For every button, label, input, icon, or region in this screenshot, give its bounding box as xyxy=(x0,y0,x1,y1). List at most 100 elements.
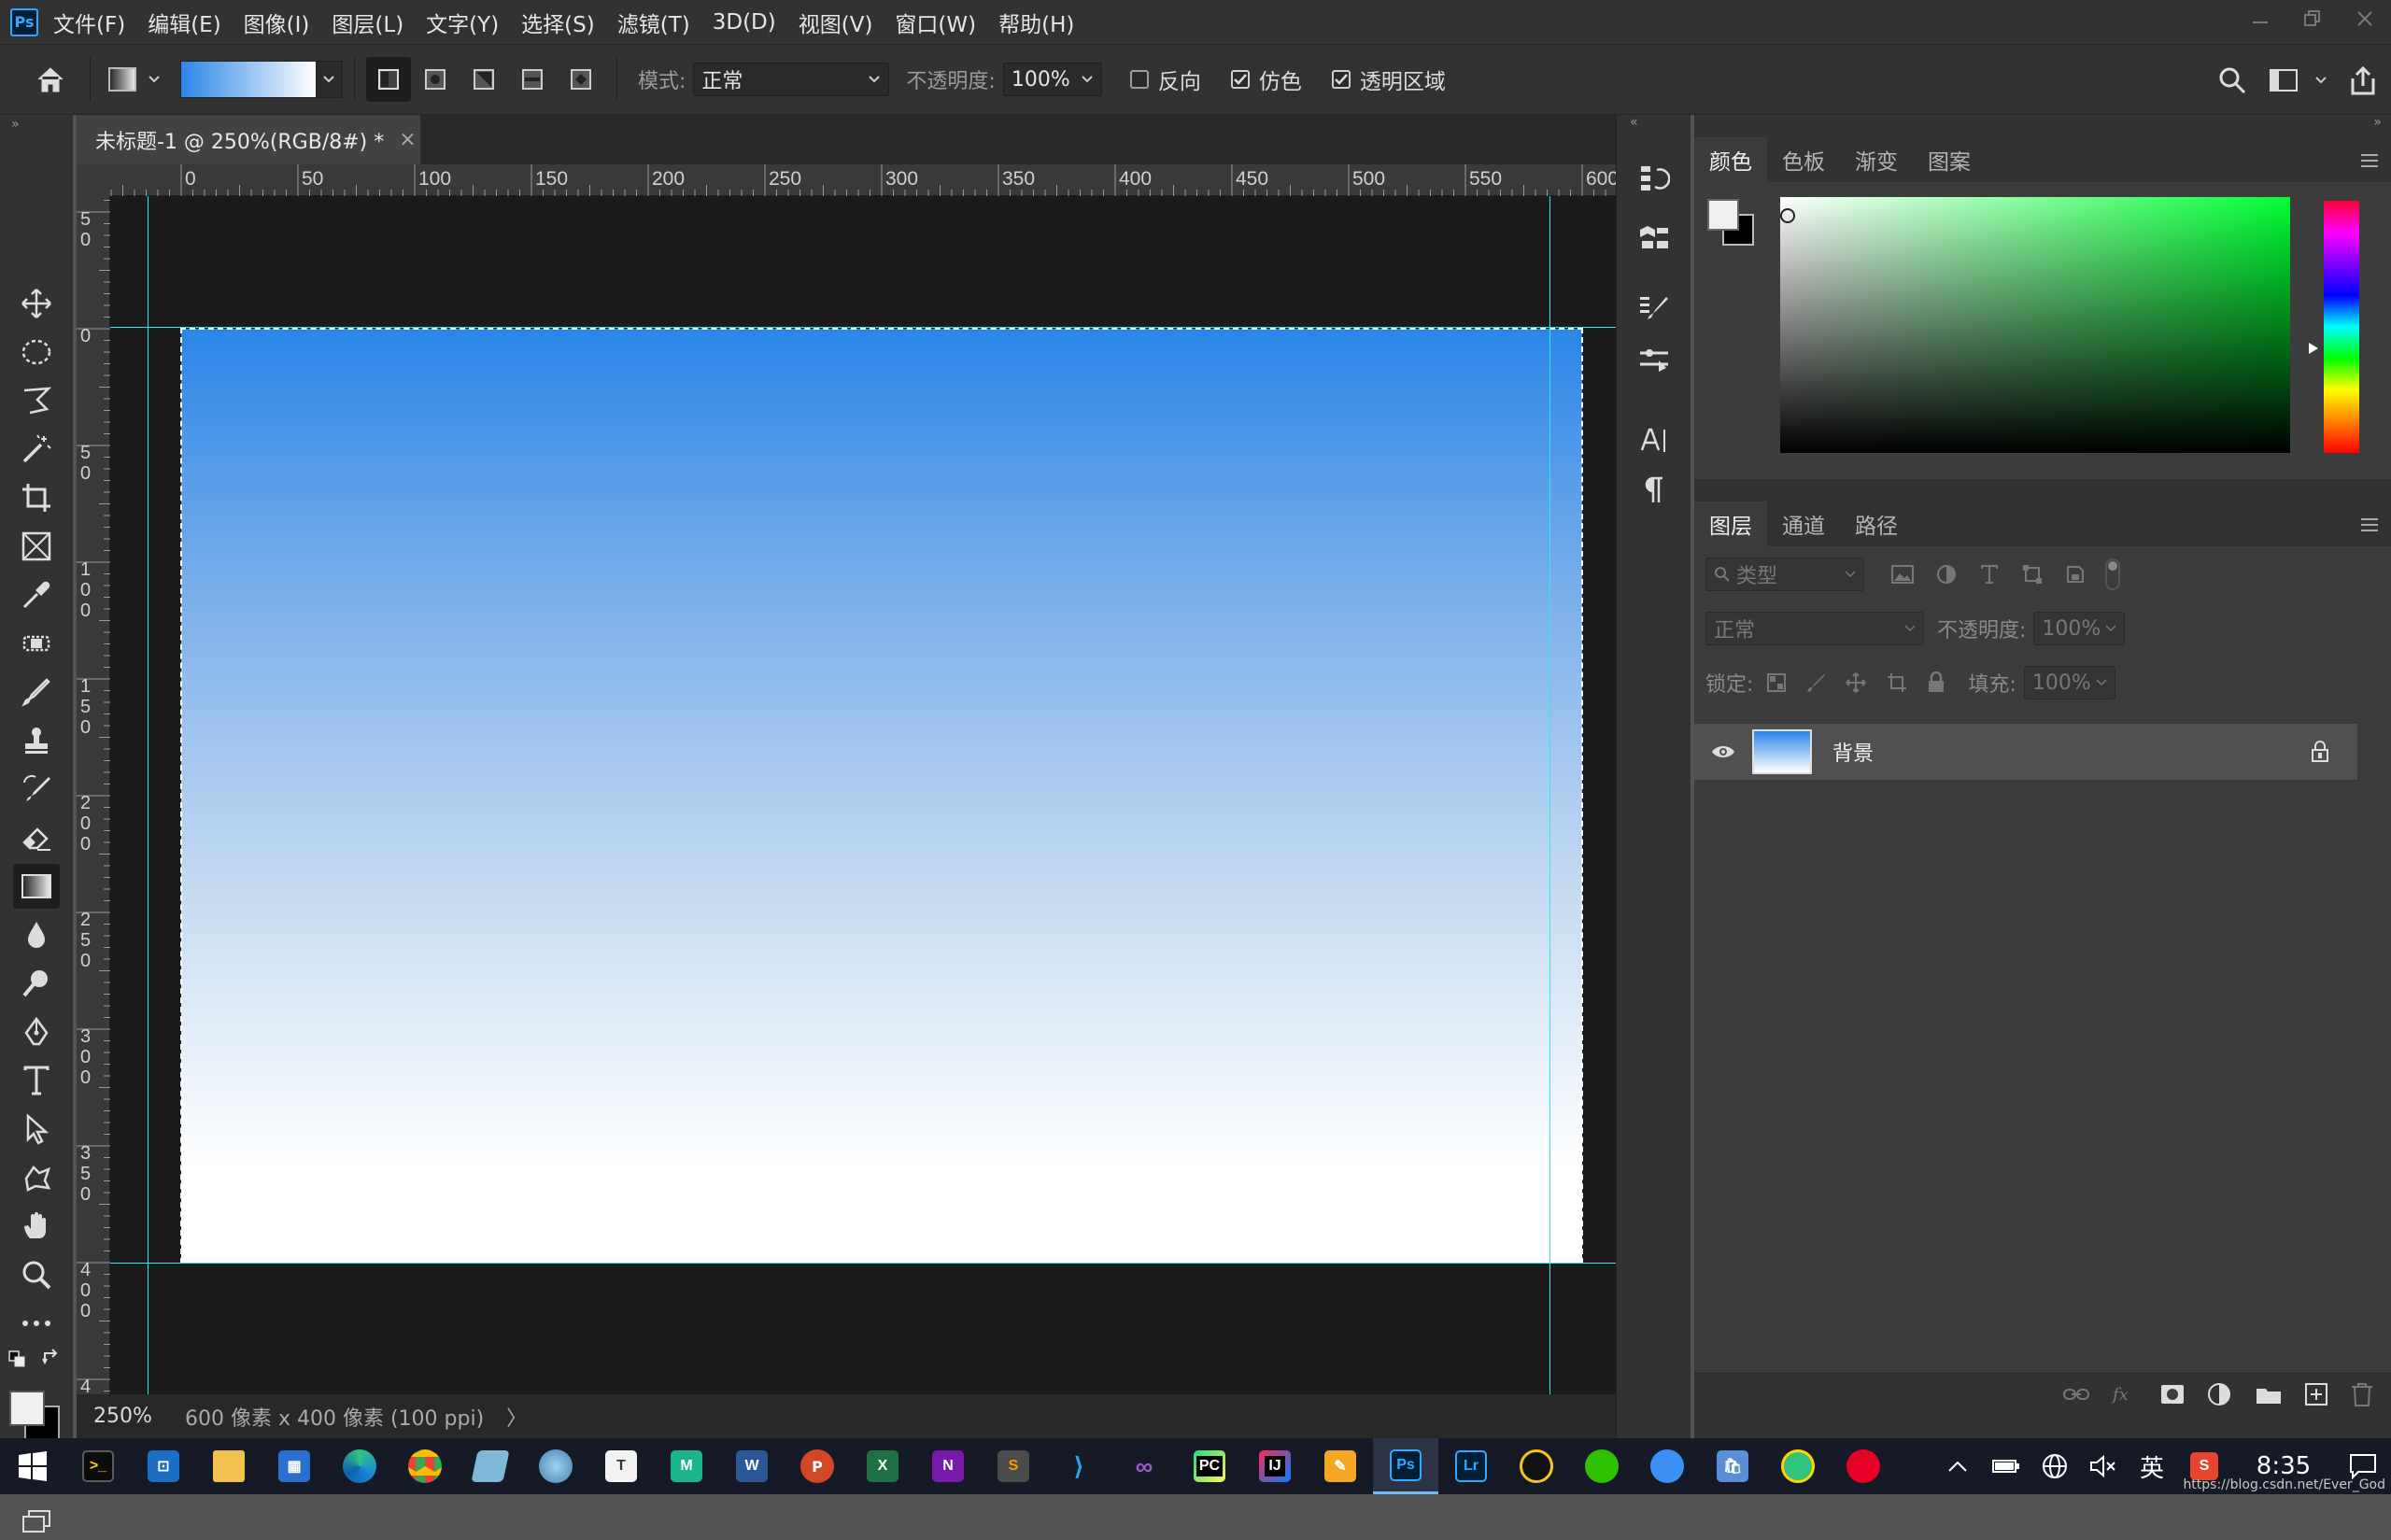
smart-object-filter-icon[interactable] xyxy=(2064,563,2087,586)
more-tools-button[interactable] xyxy=(13,1301,60,1346)
taskbar-vmware[interactable] xyxy=(458,1438,523,1494)
taskbar-word[interactable]: W xyxy=(719,1438,785,1494)
magic-wand-tool[interactable] xyxy=(13,427,60,472)
guide-vertical-right[interactable] xyxy=(1549,196,1550,1394)
taskbar-powerpoint[interactable]: P xyxy=(785,1438,850,1494)
taskbar-lightroom[interactable]: Lr xyxy=(1438,1438,1504,1494)
menu-edit[interactable]: 编辑(E) xyxy=(148,7,220,38)
tray-input-language[interactable]: 英 xyxy=(2128,1438,2176,1494)
blur-tool[interactable] xyxy=(13,912,60,957)
tab-channels[interactable]: 通道 xyxy=(1767,502,1840,546)
close-document-icon[interactable]: × xyxy=(399,128,416,151)
menu-select[interactable]: 选择(S) xyxy=(521,7,595,38)
guide-horizontal-bottom[interactable] xyxy=(110,1263,1616,1264)
layers-panel-menu-icon[interactable] xyxy=(2359,516,2380,533)
eyedropper-tool[interactable] xyxy=(13,572,60,617)
taskbar-photos[interactable] xyxy=(523,1438,588,1494)
taskbar-mindmaster[interactable]: M xyxy=(654,1438,719,1494)
screen-mode-button[interactable] xyxy=(13,1503,60,1540)
start-button[interactable] xyxy=(0,1438,65,1494)
lasso-tool[interactable] xyxy=(13,378,60,423)
layer-thumbnail[interactable] xyxy=(1752,729,1812,774)
paragraph-panel-button[interactable] xyxy=(1631,470,1677,511)
taskbar-onenote[interactable]: N xyxy=(915,1438,981,1494)
horizontal-ruler[interactable]: 0 50 100 150 200 250 300 350 400 450 500 550 600 xyxy=(110,164,1616,196)
clone-stamp-tool[interactable] xyxy=(13,718,60,763)
menu-file[interactable]: 文件(F) xyxy=(53,7,125,38)
pixel-layer-filter-icon[interactable] xyxy=(1890,564,1915,585)
dither-checkbox[interactable] xyxy=(1230,70,1250,89)
taskbar-visual-studio[interactable]: ∞ xyxy=(1111,1438,1177,1494)
pen-tool[interactable] xyxy=(13,1010,60,1054)
tab-gradients[interactable]: 渐变 xyxy=(1840,137,1913,182)
vertical-ruler[interactable]: 500501001502002503003504004 xyxy=(77,196,110,1394)
layer-visibility-toggle[interactable] xyxy=(1694,743,1752,760)
hue-slider[interactable] xyxy=(2324,201,2359,453)
taskbar-terminal[interactable]: >_ xyxy=(65,1438,131,1494)
filter-toggle[interactable] xyxy=(2105,558,2120,590)
panel-menu-icon[interactable] xyxy=(2359,152,2380,169)
tray-network[interactable] xyxy=(2030,1438,2079,1494)
guide-horizontal-top[interactable] xyxy=(110,327,1616,328)
layer-row-background[interactable]: 背景 xyxy=(1694,724,2357,780)
hue-slider-indicator-icon[interactable] xyxy=(2307,341,2320,356)
transparency-checkbox[interactable] xyxy=(1331,70,1351,89)
ruler-origin[interactable] xyxy=(77,164,110,196)
menu-filter[interactable]: 滤镜(T) xyxy=(617,7,690,38)
taskbar-edge[interactable] xyxy=(327,1438,392,1494)
gradient-preview[interactable] xyxy=(181,62,316,97)
tab-patterns[interactable]: 图案 xyxy=(1913,137,1986,182)
taskbar-netease-music[interactable] xyxy=(1831,1438,1896,1494)
delete-layer-icon[interactable] xyxy=(2350,1381,2374,1407)
taskbar-sublime[interactable]: S xyxy=(981,1438,1046,1494)
layer-opacity-field[interactable]: 100% xyxy=(2033,612,2126,645)
tab-swatches[interactable]: 色板 xyxy=(1767,137,1840,182)
close-window-button[interactable] xyxy=(2339,0,2391,37)
tray-battery[interactable] xyxy=(1982,1438,2030,1494)
taskbar-store[interactable]: 🛍 xyxy=(1700,1438,1765,1494)
crop-tool[interactable] xyxy=(13,475,60,520)
taskbar-typora[interactable]: T xyxy=(588,1438,654,1494)
taskbar-excel[interactable]: X xyxy=(850,1438,915,1494)
lock-image-pixels-icon[interactable] xyxy=(1805,672,1826,693)
taskbar-qq[interactable] xyxy=(1504,1438,1569,1494)
photoshop-logo[interactable]: Ps xyxy=(10,7,38,36)
lock-artboard-icon[interactable] xyxy=(1886,671,1908,694)
blend-mode-select[interactable]: 正常 xyxy=(1705,612,1924,645)
document-tab[interactable]: 未标题-1 @ 250%(RGB/8#) * × xyxy=(77,115,420,164)
lock-position-icon[interactable] xyxy=(1845,671,1867,694)
opacity-field[interactable]: 100% xyxy=(1002,63,1102,96)
diamond-gradient-button[interactable] xyxy=(557,68,605,91)
shape-layer-filter-icon[interactable] xyxy=(2021,563,2044,586)
tray-overflow[interactable] xyxy=(1933,1438,1982,1494)
menu-3d[interactable]: 3D(D) xyxy=(713,10,776,35)
document-info-arrow[interactable]: 〉 xyxy=(506,1402,527,1432)
workspace-button[interactable] xyxy=(2260,68,2307,92)
workspace-dropdown[interactable] xyxy=(2307,76,2335,85)
taskbar-pycharm[interactable]: PC xyxy=(1177,1438,1242,1494)
menu-window[interactable]: 窗口(W) xyxy=(895,7,976,38)
frame-tool[interactable] xyxy=(13,524,60,569)
color-panel-foreground-swatch[interactable] xyxy=(1707,199,1739,231)
angle-gradient-button[interactable] xyxy=(460,68,508,91)
tool-preset-picker[interactable] xyxy=(102,65,143,93)
adjustment-layer-filter-icon[interactable] xyxy=(1935,563,1958,586)
restore-button[interactable] xyxy=(2286,0,2339,37)
linear-gradient-button[interactable] xyxy=(366,57,411,102)
new-layer-icon[interactable] xyxy=(2303,1381,2329,1407)
link-layers-icon[interactable] xyxy=(2062,1385,2090,1404)
gradient-picker-dropdown[interactable] xyxy=(316,62,342,97)
tool-preset-dropdown[interactable] xyxy=(143,75,165,84)
layer-name[interactable]: 背景 xyxy=(1832,737,1874,767)
swap-colors-icon[interactable] xyxy=(41,1348,62,1368)
hand-tool[interactable] xyxy=(13,1204,60,1249)
taskbar-intellij[interactable]: IJ xyxy=(1242,1438,1308,1494)
adjustments-button[interactable] xyxy=(1631,339,1677,380)
minimize-button[interactable] xyxy=(2234,0,2286,37)
new-group-icon[interactable] xyxy=(2255,1383,2283,1406)
type-tool[interactable] xyxy=(13,1058,60,1103)
collapse-strip-icon[interactable]: « xyxy=(1630,115,1638,130)
taskbar-notes[interactable]: ✎ xyxy=(1308,1438,1373,1494)
search-button[interactable] xyxy=(2204,66,2260,94)
tray-volume[interactable] xyxy=(2079,1438,2128,1494)
